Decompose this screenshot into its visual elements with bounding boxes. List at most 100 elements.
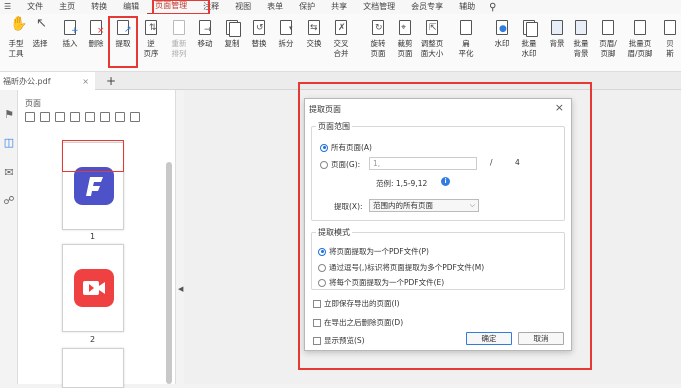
pages-input[interactable]: 1, xyxy=(369,157,477,170)
search-icon[interactable]: ⚲ xyxy=(489,2,496,13)
interleave-merge-button[interactable]: ✗ 交叉 合并 xyxy=(325,16,357,70)
menu-convert[interactable]: 转换 xyxy=(83,0,115,14)
batch-header-footer-button[interactable]: 批量页 眉/页脚 xyxy=(622,16,658,70)
background-label: 背景 xyxy=(549,39,565,48)
renumber-label-2: 排列 xyxy=(171,49,187,58)
info-icon[interactable]: i xyxy=(441,177,450,186)
menu-home[interactable]: 主页 xyxy=(51,0,83,14)
pages-radio[interactable]: 页面(G): xyxy=(320,159,360,170)
rotate-page-icon: ↻ xyxy=(370,20,386,36)
extract-select[interactable]: 范围内的所有页面 ⌵ xyxy=(369,199,479,212)
menu-file[interactable]: 文件 xyxy=(19,0,51,14)
thumb-tool-icon[interactable] xyxy=(40,112,50,122)
page-range-title: 页面范围 xyxy=(316,121,352,132)
header-footer-label-2: 页脚 xyxy=(600,49,616,58)
delete-after-export-checkbox[interactable]: 在导出之后删除页面(D) xyxy=(313,317,403,328)
header-footer-button[interactable]: 页眉/ 页脚 xyxy=(592,16,624,70)
cancel-button[interactable]: 取消 xyxy=(518,332,564,345)
ok-button[interactable]: 确定 xyxy=(466,332,512,345)
mode-single-pdf-radio[interactable]: 将页面提取为一个PDF文件(P) xyxy=(318,246,429,257)
document-tab[interactable]: 福昕办公.pdf × xyxy=(0,72,95,90)
radio-unselected xyxy=(320,160,328,169)
flatten-button[interactable]: 扁 平化 xyxy=(450,16,482,70)
mode-comma-split-radio[interactable]: 通过逗号(,)标识将页面提取为多个PDF文件(M) xyxy=(318,262,484,273)
page-number-1: 1 xyxy=(90,232,96,241)
page-thumbnail-2[interactable] xyxy=(62,244,124,332)
header-footer-label-1: 页眉/ xyxy=(599,39,617,48)
total-pages: 4 xyxy=(515,158,520,167)
dialog-close-icon[interactable]: × xyxy=(555,101,564,114)
collapse-panel-icon[interactable]: ◀ xyxy=(178,285,183,293)
menu-share[interactable]: 共享 xyxy=(323,0,355,14)
attachment-icon[interactable]: ☍ xyxy=(3,194,15,208)
show-preview-checkbox[interactable]: 显示预览(S) xyxy=(313,335,365,346)
mode-single-pdf-label: 将页面提取为一个PDF文件(P) xyxy=(329,247,429,256)
batch-background-label-1: 批量 xyxy=(573,39,589,48)
menu-protect[interactable]: 保护 xyxy=(291,0,323,14)
menu-assist[interactable]: 辅助 xyxy=(451,0,483,14)
bates-button[interactable]: 贝 斯 xyxy=(659,16,681,70)
panel-tools xyxy=(25,112,140,122)
copy-label: 复制 xyxy=(224,39,240,48)
resize-page-button[interactable]: ⇱ 调整页 面大小 xyxy=(416,16,448,70)
show-preview-label: 显示预览(S) xyxy=(324,336,365,345)
thumb-tool-icon[interactable] xyxy=(85,112,95,122)
menu-doc-manage[interactable]: 文档管理 xyxy=(355,0,403,14)
rotate-label-1: 旋转 xyxy=(370,39,386,48)
watermark-icon: ● xyxy=(494,20,510,36)
radio-unselected xyxy=(318,278,326,287)
bookmark-icon[interactable]: ⚑ xyxy=(3,108,15,122)
thumb-tool-icon[interactable] xyxy=(25,112,35,122)
crop-label-2: 页面 xyxy=(397,49,413,58)
select-label: 选择 xyxy=(32,39,48,48)
thumb-tool-icon[interactable] xyxy=(100,112,110,122)
merge-label-2: 合并 xyxy=(333,49,349,58)
radio-selected xyxy=(320,143,328,152)
all-pages-radio[interactable]: 所有页面(A) xyxy=(320,142,372,153)
batch-header-footer-icon xyxy=(632,20,648,36)
flatten-icon xyxy=(458,20,474,36)
thumb-tool-icon[interactable] xyxy=(130,112,140,122)
hamburger-menu-icon[interactable]: ☰ xyxy=(0,0,19,14)
replace-label: 替换 xyxy=(251,39,267,48)
bates-icon xyxy=(662,20,678,36)
page-thumbnail-panel: 页面 xyxy=(18,90,176,384)
menu-bar: ☰ 文件 主页 转换 编辑 页面管理 注释 视图 表单 保护 共享 文档管理 会… xyxy=(0,0,681,15)
chevron-down-icon: ⌵ xyxy=(469,201,475,209)
swap-page-icon: ⇆ xyxy=(306,20,322,36)
move-page-icon: → xyxy=(197,20,213,36)
mode-each-page-label: 将每个页面提取为一个PDF文件(E) xyxy=(329,278,445,287)
batch-background-icon xyxy=(573,20,589,36)
select-button[interactable]: ↖ 选择 xyxy=(24,16,56,70)
swap-label: 交换 xyxy=(306,39,322,48)
menu-view[interactable]: 视图 xyxy=(227,0,259,14)
reverse-label-2: 页序 xyxy=(143,49,159,58)
rotate-label-2: 页面 xyxy=(370,49,386,58)
new-tab-icon[interactable]: + xyxy=(106,74,116,88)
save-immediately-checkbox[interactable]: 立即保存导出的页面(I) xyxy=(313,298,400,309)
batch-header-footer-label-1: 批量页 xyxy=(628,39,652,48)
thumb-tool-icon[interactable] xyxy=(70,112,80,122)
comment-icon[interactable]: ✉ xyxy=(3,166,15,180)
thumb-tool-icon[interactable] xyxy=(55,112,65,122)
radio-unselected xyxy=(318,263,326,272)
thumbnail-highlight-box xyxy=(62,140,124,172)
checkbox-box xyxy=(313,299,321,308)
delete-label: 删除 xyxy=(88,39,104,48)
delete-page-icon: × xyxy=(88,20,105,36)
reverse-label-1: 逆 xyxy=(147,39,155,48)
delete-after-export-label: 在导出之后删除页面(D) xyxy=(324,318,404,327)
close-tab-icon[interactable]: × xyxy=(82,77,89,86)
thumbnail-scrollbar[interactable] xyxy=(166,162,172,384)
menu-form[interactable]: 表单 xyxy=(259,0,291,14)
page-thumbnails-icon[interactable]: ◫ xyxy=(3,136,15,150)
menu-edit[interactable]: 编辑 xyxy=(115,0,147,14)
mode-each-page-radio[interactable]: 将每个页面提取为一个PDF文件(E) xyxy=(318,277,444,288)
thumb-tool-icon[interactable] xyxy=(115,112,125,122)
crop-page-icon: ⌖ xyxy=(397,20,413,36)
checkbox-box xyxy=(313,318,321,327)
page-thumbnail-3[interactable] xyxy=(62,348,124,388)
menu-member[interactable]: 会员专享 xyxy=(403,0,451,14)
renumber-page-icon xyxy=(171,20,187,36)
foxit-app-icon xyxy=(74,167,114,205)
